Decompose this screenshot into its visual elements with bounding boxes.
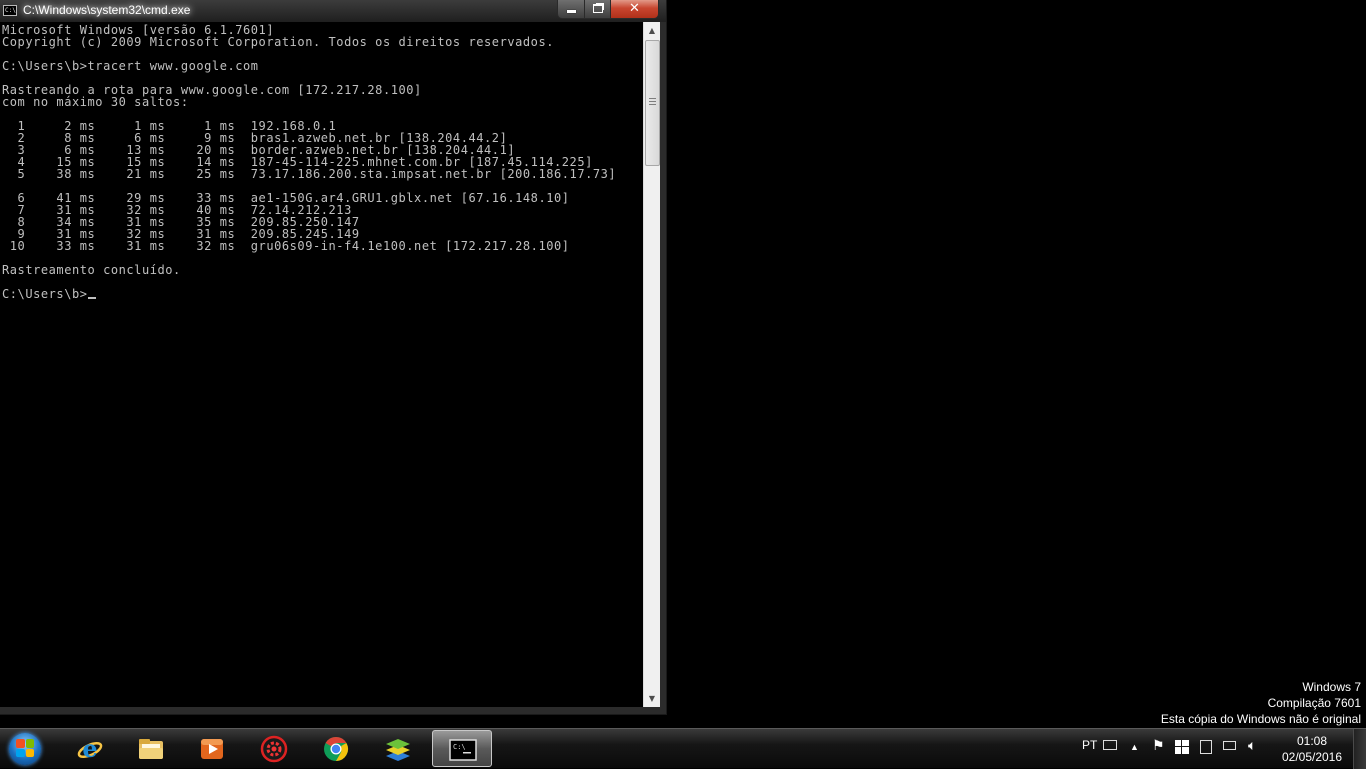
windows-explorer-icon [139,739,163,759]
watermark-line2: Compilação 7601 [1267,696,1361,710]
red-gear-app-icon [260,735,288,763]
action-center-flag-icon[interactable]: ⚑ [1152,737,1165,754]
scroll-down-arrow-icon[interactable]: ▼ [644,690,660,707]
taskbar-chrome[interactable] [306,730,366,767]
clock-time: 01:08 [1296,734,1328,748]
taskbar: e C:\ PT ▲ ⚑ 🔈︎ 01:08 02/05/2016 [0,728,1366,769]
taskbar-bluestacks[interactable] [368,730,428,767]
close-button[interactable]: ✕ [610,0,659,19]
scroll-grip-icon [649,98,656,105]
scroll-thumb[interactable] [645,40,660,166]
language-indicator[interactable]: PT [1082,738,1097,752]
device-icon[interactable] [1200,740,1212,754]
minimize-icon [566,10,576,13]
keyboard-icon[interactable] [1103,740,1117,750]
cmd-window[interactable]: C:\ C:\Windows\system32\cmd.exe ✕ Micros… [0,0,666,714]
maximize-button[interactable] [584,0,611,19]
vertical-scrollbar[interactable]: ▲ ▼ [643,22,660,707]
taskbar-red-gear-app[interactable] [244,730,304,767]
scroll-up-arrow-icon[interactable]: ▲ [644,22,660,39]
taskbar-cmd[interactable]: C:\ [432,730,492,767]
clock[interactable]: 01:08 02/05/2016 [1272,733,1352,765]
minimize-button[interactable] [557,0,585,19]
console-output[interactable]: Microsoft Windows [versão 6.1.7601] Copy… [0,22,643,707]
internet-explorer-icon: e [77,735,103,763]
windows-watermark: Windows 7 Compilação 7601 Esta cópia do … [1161,679,1361,727]
svg-text:C:\: C:\ [453,743,466,751]
taskbar-windows-explorer[interactable] [121,730,181,767]
media-player-icon [201,739,223,759]
console-text: Microsoft Windows [versão 6.1.7601] Copy… [2,23,617,301]
system-tray: PT ▲ ⚑ 🔈︎ 01:08 02/05/2016 [1076,729,1366,769]
console-prompt: C:\Users\b> [2,287,88,301]
window-title: C:\Windows\system32\cmd.exe [23,3,191,17]
maximize-icon [592,4,603,13]
show-hidden-icons-arrow-icon[interactable]: ▲ [1130,742,1139,752]
desktop: C:\ C:\Windows\system32\cmd.exe ✕ Micros… [0,0,1366,728]
bluestacks-icon [386,739,410,761]
window-frame-bottom[interactable] [0,707,666,714]
window-frame-right[interactable] [660,22,666,714]
taskbar-internet-explorer[interactable]: e [60,730,120,767]
network-icon[interactable] [1223,741,1236,750]
start-button[interactable] [6,730,46,768]
title-bar[interactable]: C:\ C:\Windows\system32\cmd.exe ✕ [0,0,666,22]
windows-logo-icon[interactable] [1175,740,1189,754]
watermark-line3: Esta cópia do Windows não é original [1160,712,1361,726]
watermark-line1: Windows 7 [1302,680,1361,694]
taskbar-media-player[interactable] [182,730,242,767]
cmd-icon[interactable]: C:\ [3,5,17,16]
text-cursor [87,297,96,299]
windows-flag-icon [16,739,34,757]
cmd-icon: C:\ [449,739,477,761]
volume-icon[interactable]: 🔈︎ [1248,737,1256,754]
close-icon: ✕ [629,1,640,16]
clock-date: 02/05/2016 [1281,750,1343,764]
show-desktop-button[interactable] [1353,729,1366,769]
svg-text:e: e [82,735,97,763]
chrome-icon [324,737,349,761]
